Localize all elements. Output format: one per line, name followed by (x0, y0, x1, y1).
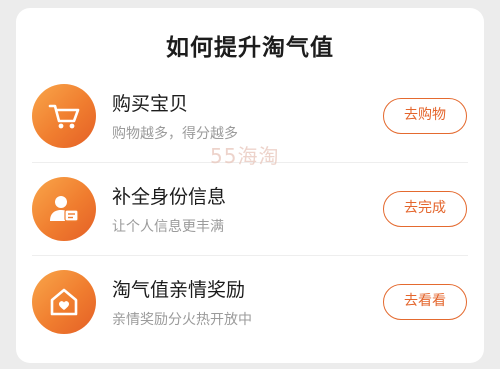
home-heart-icon (32, 270, 96, 334)
watermark: 55海淘 (210, 144, 280, 168)
list-item-profile: 补全身份信息 让个人信息更丰满 去完成 (16, 164, 484, 256)
list-item-family-reward: 淘气值亲情奖励 亲情奖励分火热开放中 去看看 (16, 257, 484, 349)
task-name: 购买宝贝 (112, 93, 189, 115)
page-title: 如何提升淘气值 (166, 35, 334, 61)
go-shopping-button[interactable]: 去购物 (383, 98, 467, 134)
go-complete-button[interactable]: 去完成 (383, 191, 467, 227)
task-name: 补全身份信息 (112, 186, 227, 208)
task-desc: 亲情奖励分火热开放中 (112, 312, 252, 328)
divider (32, 255, 468, 256)
profile-card-icon (32, 177, 96, 241)
task-desc: 让个人信息更丰满 (112, 219, 224, 235)
go-look-button[interactable]: 去看看 (383, 284, 467, 320)
tasks-card: 如何提升淘气值 购买宝贝 购物越多，得分越多 去购物 补全身份信息 让个人信息更… (16, 8, 484, 363)
shopping-cart-icon (32, 84, 96, 148)
task-name: 淘气值亲情奖励 (112, 279, 246, 301)
